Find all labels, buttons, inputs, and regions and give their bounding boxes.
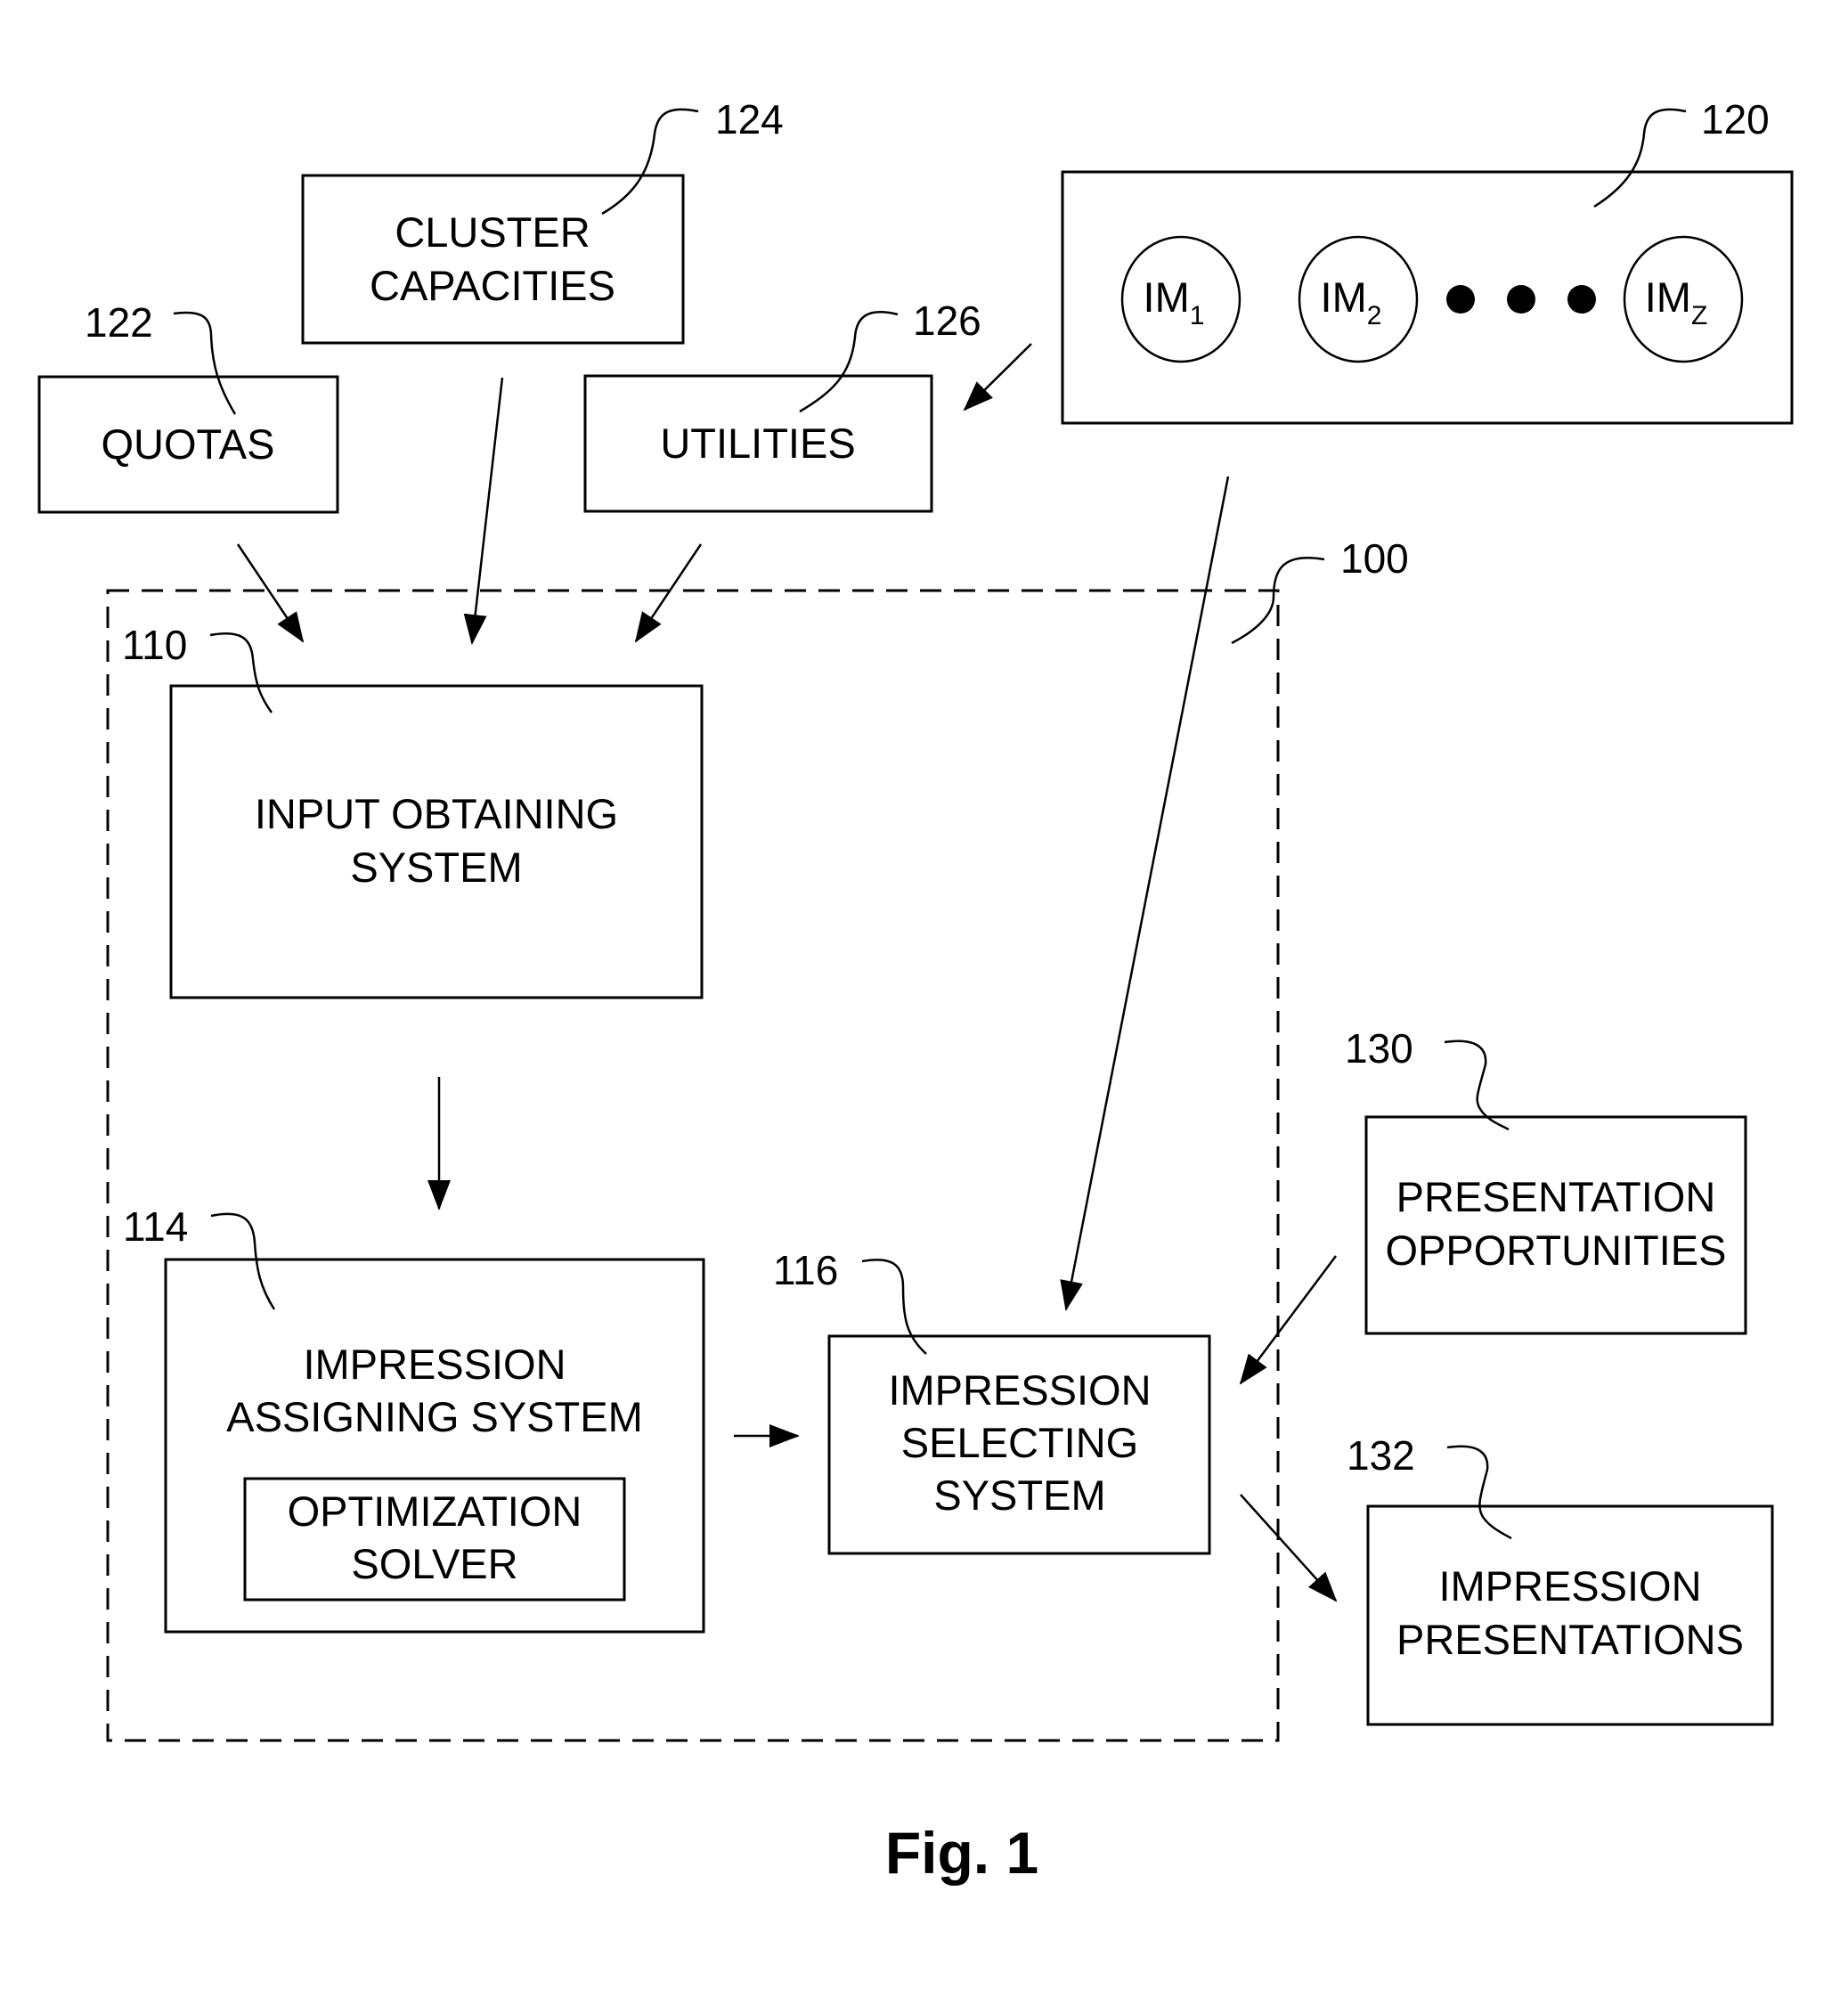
impression-models-block: 120 IM1 IM2 IMZ [1061, 96, 1794, 425]
impression-selecting-line-2: SELECTING [901, 1419, 1138, 1466]
utilities-ref: 126 [913, 298, 981, 344]
presentation-opportunities-block: PRESENTATION OPPORTUNITIES 130 [1345, 1025, 1747, 1335]
arrow-utilities-to-input [634, 543, 703, 643]
impression-presentations-block: IMPRESSION PRESENTATIONS 132 [1347, 1432, 1774, 1726]
impression-presentations-ref: 132 [1347, 1432, 1415, 1479]
arrow-models-to-utilities [963, 343, 1032, 412]
presentation-opportunities-line-2: OPPORTUNITIES [1385, 1227, 1726, 1274]
diagram-canvas: 100 CLUSTER CAPACITIES 124 QUOTAS 122 UT… [37, 96, 1794, 1886]
input-obtaining-line-2: SYSTEM [350, 844, 522, 891]
optimization-solver-line-2: SOLVER [351, 1540, 517, 1587]
arrow-models-to-selecting [1060, 476, 1230, 1311]
quotas-block: QUOTAS 122 [37, 299, 339, 514]
impression-assigning-line-2: ASSIGNING SYSTEM [226, 1393, 642, 1440]
cluster-capacities-ref: 124 [715, 96, 784, 143]
quotas-ref: 122 [85, 299, 153, 346]
arrow-capacities-to-input [463, 377, 504, 645]
arrow-opportunities-to-selecting [1239, 1255, 1338, 1385]
system-ref-leader [1231, 557, 1325, 645]
presentation-opportunities-ref: 130 [1345, 1025, 1413, 1072]
optimization-solver-block: OPTIMIZATION SOLVER [243, 1477, 626, 1602]
utilities-label: UTILITIES [660, 420, 855, 467]
cluster-capacities-line-2: CAPACITIES [370, 262, 615, 309]
input-obtaining-line-1: INPUT OBTAINING [255, 790, 618, 837]
presentation-opportunities-line-1: PRESENTATION [1396, 1173, 1716, 1220]
impression-assigning-line-1: IMPRESSION [303, 1341, 566, 1388]
impression-presentations-line-2: PRESENTATIONS [1396, 1616, 1744, 1663]
impression-assigning-system-block: IMPRESSION ASSIGNING SYSTEM 114 OPTIMIZA… [123, 1203, 705, 1634]
impression-selecting-line-1: IMPRESSION [888, 1366, 1151, 1414]
input-obtaining-system-block: INPUT OBTAINING SYSTEM 110 [122, 622, 704, 999]
ellipsis-dot-1 [1446, 285, 1475, 314]
cluster-capacities-line-1: CLUSTER [395, 208, 590, 256]
system-ref-label: 100 [1340, 535, 1409, 582]
impression-selecting-system-block: IMPRESSION SELECTING SYSTEM 116 [773, 1247, 1211, 1555]
ellipsis-dot-2 [1507, 285, 1535, 314]
figure-caption: Fig. 1 [885, 1820, 1038, 1886]
arrow-selecting-to-presentations [1240, 1494, 1338, 1602]
impression-presentations-line-1: IMPRESSION [1438, 1562, 1701, 1610]
optimization-solver-line-1: OPTIMIZATION [288, 1488, 582, 1535]
impression-models-ref: 120 [1701, 96, 1770, 143]
cluster-capacities-block: CLUSTER CAPACITIES 124 [301, 96, 784, 345]
impression-assigning-ref: 114 [123, 1203, 188, 1250]
impression-selecting-ref: 116 [773, 1247, 838, 1293]
ellipsis-dot-3 [1567, 285, 1596, 314]
impression-selecting-line-3: SYSTEM [933, 1471, 1105, 1519]
input-obtaining-ref: 110 [122, 622, 187, 668]
arrow-quotas-to-input [236, 543, 305, 643]
quotas-label: QUOTAS [102, 420, 275, 468]
